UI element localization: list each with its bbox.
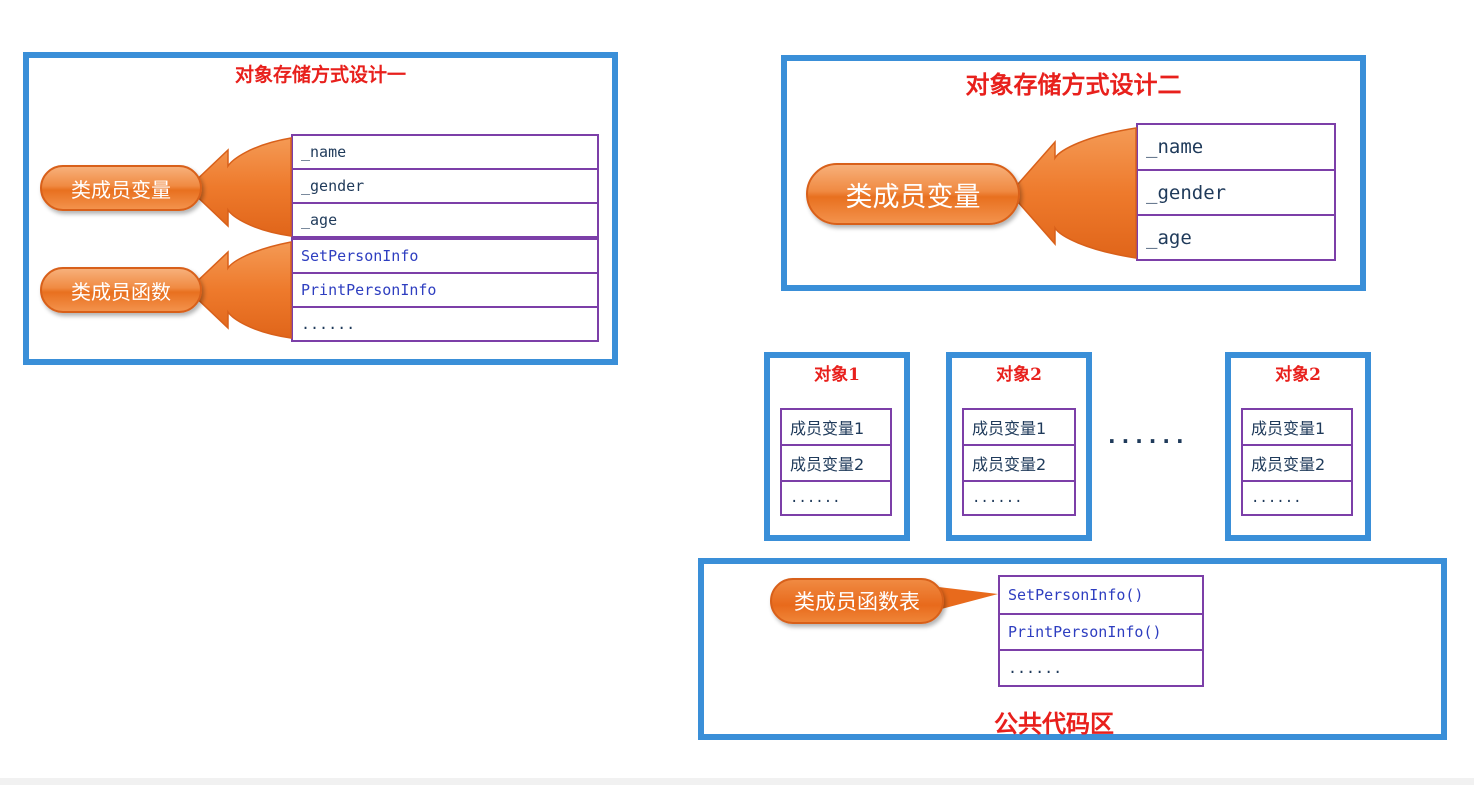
arrow-left-icon: [186, 137, 292, 237]
arrow-left-icon: [186, 241, 292, 339]
member-function-table-callout: 类成员函数表: [770, 578, 944, 624]
design1-member-variable-pill: 类成员变量: [40, 165, 202, 211]
arrow-left-icon: [1008, 127, 1137, 259]
design1-member-function-pill: 类成员函数: [40, 267, 202, 313]
arrows-layer: [186, 127, 1137, 612]
bottom-strip: [0, 778, 1474, 785]
design2-member-variable-pill: 类成员变量: [806, 163, 1020, 225]
